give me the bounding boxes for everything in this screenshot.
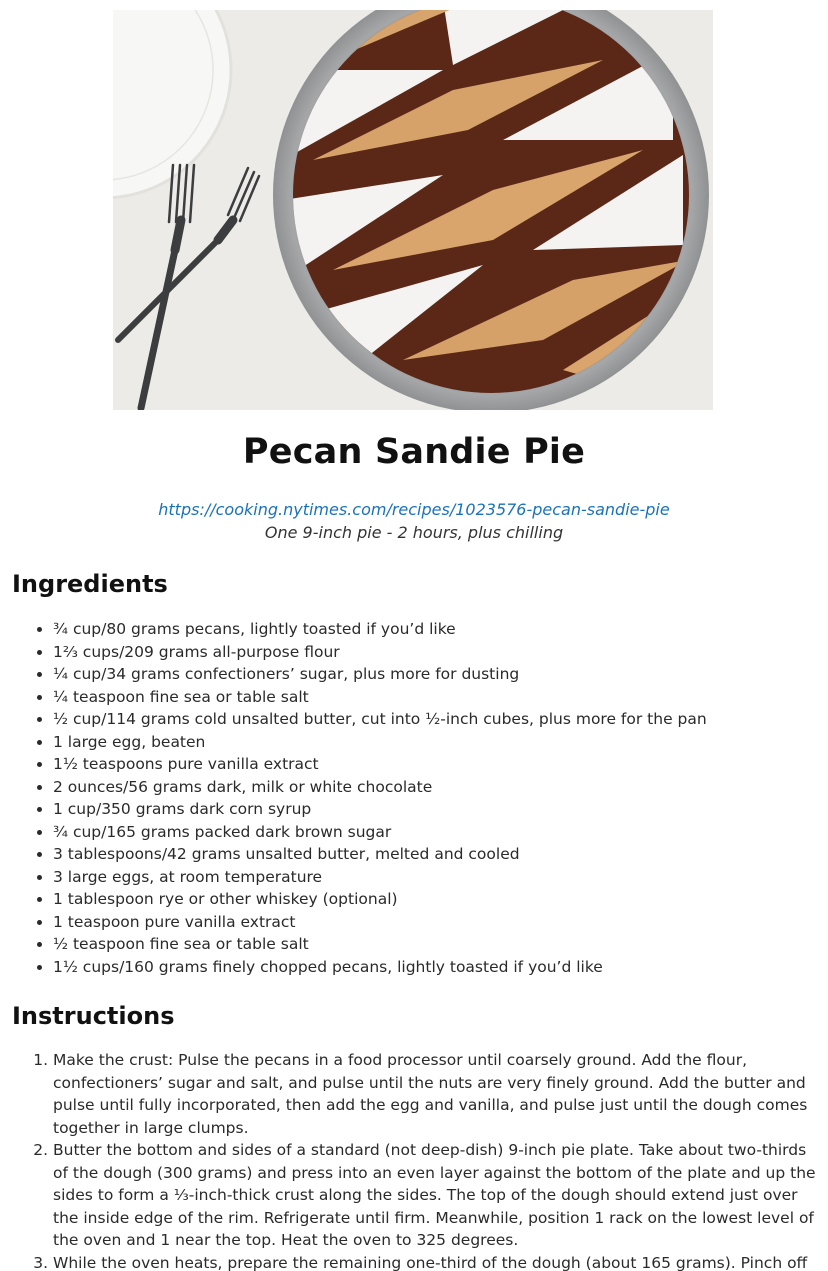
ingredient-item: 2 ounces/56 grams dark, milk or white ch… [53,776,707,799]
ingredient-item: 1⅔ cups/209 grams all-purpose flour [53,641,707,664]
instructions-list: Make the crust: Pulse the pecans in a fo… [0,1049,818,1271]
ingredient-item: 1 cup/350 grams dark corn syrup [53,798,707,821]
ingredient-item: 1½ teaspoons pure vanilla extract [53,753,707,776]
ingredient-item: 1 tablespoon rye or other whiskey (optio… [53,888,707,911]
instruction-step: Make the crust: Pulse the pecans in a fo… [53,1049,818,1139]
ingredient-item: 3 large eggs, at room temperature [53,866,707,889]
instruction-step: While the oven heats, prepare the remain… [53,1252,818,1271]
recipe-title: Pecan Sandie Pie [242,432,586,472]
ingredients-heading: Ingredients [12,570,168,598]
ingredient-item: 1 teaspoon pure vanilla extract [53,911,707,934]
recipe-yield: One 9-inch pie - 2 hours, plus chilling [264,523,564,542]
ingredient-item: 1½ cups/160 grams finely chopped pecans,… [53,956,707,979]
ingredient-item: ¼ teaspoon fine sea or table salt [53,686,707,709]
instructions-heading: Instructions [12,1002,175,1030]
ingredient-item: ¾ cup/80 grams pecans, lightly toasted i… [53,618,707,641]
ingredients-list: ¾ cup/80 grams pecans, lightly toasted i… [0,618,707,978]
recipe-source-link[interactable]: https://cooking.nytimes.com/recipes/1023… [0,500,828,519]
recipe-hero-image [113,10,713,410]
instruction-step: Butter the bottom and sides of a standar… [53,1139,818,1252]
ingredient-item: 1 large egg, beaten [53,731,707,754]
ingredient-item: 3 tablespoons/42 grams unsalted butter, … [53,843,707,866]
ingredient-item: ¾ cup/165 grams packed dark brown sugar [53,821,707,844]
ingredient-item: ¼ cup/34 grams confectioners’ sugar, plu… [53,663,707,686]
pecan-pie-photo-icon [113,10,713,410]
ingredient-item: ½ teaspoon fine sea or table salt [53,933,707,956]
ingredient-item: ½ cup/114 grams cold unsalted butter, cu… [53,708,707,731]
